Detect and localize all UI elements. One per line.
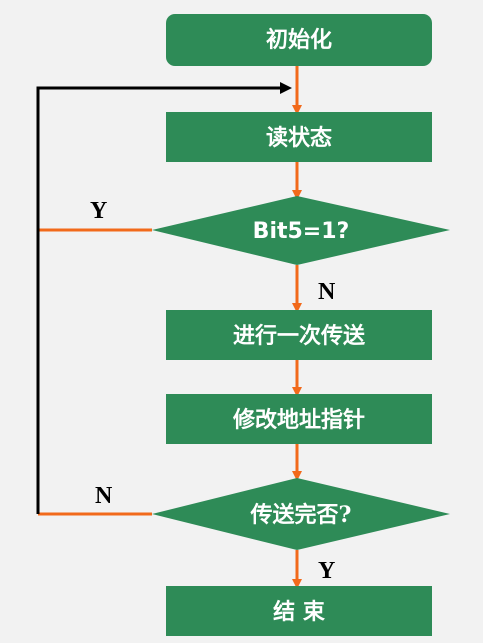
node-transfer-once: 进行一次传送 bbox=[166, 310, 432, 360]
node-check-bit5: Bit5=1? bbox=[152, 196, 450, 265]
label-bit5-yes: Y bbox=[90, 198, 107, 224]
node-check-done: 传送完否? bbox=[152, 478, 450, 550]
node-modify-address: 修改地址指针 bbox=[166, 394, 432, 444]
node-check-done-label: 传送完否? bbox=[250, 502, 352, 528]
flowchart-svg: 初始化 读状态 Bit5=1? 进行一次传送 修改地址指针 传送完否? 结 束 … bbox=[36, 14, 450, 636]
node-init: 初始化 bbox=[166, 14, 432, 66]
label-done-no: N bbox=[95, 483, 113, 509]
node-init-label: 初始化 bbox=[266, 27, 332, 53]
node-check-bit5-label: Bit5=1? bbox=[253, 219, 350, 244]
node-transfer-once-label: 进行一次传送 bbox=[233, 323, 365, 349]
node-end: 结 束 bbox=[166, 586, 432, 636]
flowchart-canvas: 初始化 读状态 Bit5=1? 进行一次传送 修改地址指针 传送完否? 结 束 … bbox=[0, 0, 483, 643]
node-read-status-label: 读状态 bbox=[266, 125, 332, 151]
label-done-yes: Y bbox=[318, 558, 335, 584]
node-read-status: 读状态 bbox=[166, 112, 432, 162]
label-bit5-no: N bbox=[318, 279, 336, 305]
node-modify-address-label: 修改地址指针 bbox=[232, 407, 365, 433]
node-end-label: 结 束 bbox=[273, 599, 326, 625]
